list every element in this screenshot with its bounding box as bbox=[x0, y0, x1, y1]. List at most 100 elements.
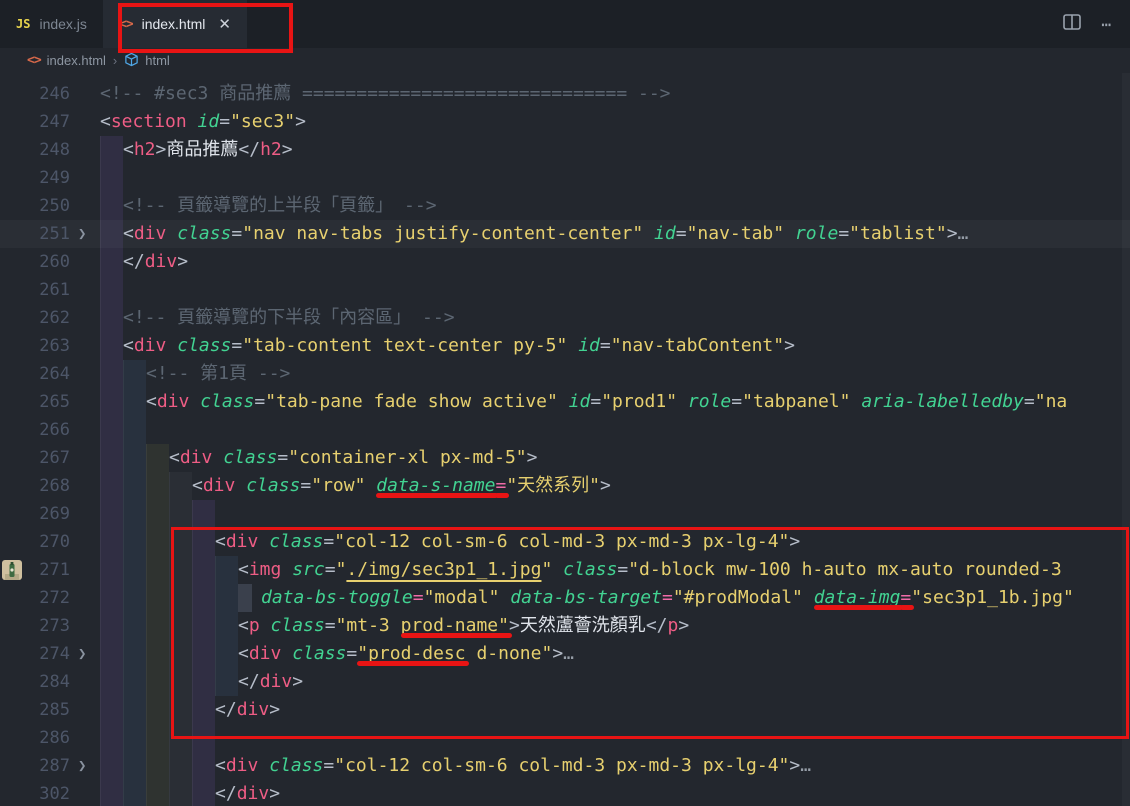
code-line-270[interactable]: 270<div class="col-12 col-sm-6 col-md-3 … bbox=[0, 528, 1130, 556]
fold-chevron-icon[interactable]: ❯ bbox=[78, 640, 86, 668]
code-line-246[interactable]: 246<!-- #sec3 商品推薦 =====================… bbox=[0, 80, 1130, 108]
gutter: 266 bbox=[0, 416, 100, 444]
code-token: < bbox=[215, 752, 226, 780]
code-token: p bbox=[668, 612, 679, 640]
red-underlined-token: data-img bbox=[814, 584, 901, 612]
code-line-260[interactable]: 260</div> bbox=[0, 248, 1130, 276]
line-number: 249 bbox=[39, 164, 70, 192]
code-token: "#prodModal" bbox=[673, 584, 814, 612]
code-line-262[interactable]: 262<!-- 頁籤導覽的下半段「內容區」 --> bbox=[0, 304, 1130, 332]
code-token: "tabpanel" bbox=[742, 388, 861, 416]
indent-guide bbox=[100, 752, 123, 780]
indent-guide bbox=[146, 612, 169, 640]
more-actions-icon[interactable]: ⋯ bbox=[1101, 15, 1112, 34]
code-token: " bbox=[541, 556, 563, 584]
code-line-247[interactable]: 247<section id="sec3"> bbox=[0, 108, 1130, 136]
code-token: > bbox=[789, 528, 800, 556]
code-line-249[interactable]: 249 bbox=[0, 164, 1130, 192]
code-line-302[interactable]: 302</div> bbox=[0, 780, 1130, 806]
code-token: <!-- 第1頁 --> bbox=[146, 360, 290, 388]
split-editor-icon[interactable] bbox=[1063, 14, 1081, 34]
indent-guide bbox=[123, 640, 146, 668]
indent-guide bbox=[123, 388, 146, 416]
code-line-250[interactable]: 250<!-- 頁籤導覽的上半段「頁籤」 --> bbox=[0, 192, 1130, 220]
gutter: 263 bbox=[0, 332, 100, 360]
code-line-287[interactable]: 287❯<div class="col-12 col-sm-6 col-md-3… bbox=[0, 752, 1130, 780]
code-token: class bbox=[177, 220, 231, 248]
code-line-274[interactable]: 274❯<div class="prod-desc d-none">… bbox=[0, 640, 1130, 668]
code-line-268[interactable]: 268<div class="row" data-s-name="天然系列"> bbox=[0, 472, 1130, 500]
gutter: 246 bbox=[0, 80, 100, 108]
code-token: 商品推薦 bbox=[166, 136, 238, 164]
indent-guide bbox=[169, 724, 192, 752]
code-line-263[interactable]: 263<div class="tab-content text-center p… bbox=[0, 332, 1130, 360]
code-token: = bbox=[1024, 388, 1035, 416]
code-line-271[interactable]: 271<img src="./img/sec3p1_1.jpg" class="… bbox=[0, 556, 1130, 584]
gutter: 274❯ bbox=[0, 640, 100, 668]
indent-guide bbox=[100, 248, 123, 276]
line-number: 269 bbox=[39, 500, 70, 528]
gutter: 271 bbox=[0, 556, 100, 584]
code-line-264[interactable]: 264<!-- 第1頁 --> bbox=[0, 360, 1130, 388]
js-file-icon: JS bbox=[16, 17, 30, 31]
breadcrumb-separator: › bbox=[113, 53, 117, 68]
tab-index-js[interactable]: JS index.js bbox=[0, 0, 103, 48]
gutter: 249 bbox=[0, 164, 100, 192]
code-line-285[interactable]: 285</div> bbox=[0, 696, 1130, 724]
code-line-248[interactable]: 248<h2>商品推薦</h2> bbox=[0, 136, 1130, 164]
code-line-272[interactable]: 272data-bs-toggle="modal" data-bs-target… bbox=[0, 584, 1130, 612]
line-number: 285 bbox=[39, 696, 70, 724]
fold-chevron-icon[interactable]: ❯ bbox=[78, 752, 86, 780]
indent-guide bbox=[123, 752, 146, 780]
code-line-267[interactable]: 267<div class="container-xl px-md-5"> bbox=[0, 444, 1130, 472]
code-token: class bbox=[269, 528, 323, 556]
line-number: 263 bbox=[39, 332, 70, 360]
breadcrumb-file[interactable]: <> index.html bbox=[27, 53, 106, 68]
line-number: 262 bbox=[39, 304, 70, 332]
line-number: 251 bbox=[39, 220, 70, 248]
code-token: "d-block mw-100 h-auto mx-auto rounded-3 bbox=[628, 556, 1061, 584]
code-token: "sec3p1_1b.jpg" bbox=[911, 584, 1074, 612]
code-token: </ bbox=[238, 668, 260, 696]
code-line-273[interactable]: 273<p class="mt-3 prod-name">天然蘆薈洗顏乳</p> bbox=[0, 612, 1130, 640]
line-number: 270 bbox=[39, 528, 70, 556]
indent-guide bbox=[100, 696, 123, 724]
line-number: 248 bbox=[39, 136, 70, 164]
code-token: = bbox=[731, 388, 742, 416]
code-editor[interactable]: 246<!-- #sec3 商品推薦 =====================… bbox=[0, 73, 1130, 806]
code-line-265[interactable]: 265<div class="tab-pane fade show active… bbox=[0, 388, 1130, 416]
gutter: 268 bbox=[0, 472, 100, 500]
code-token: </ bbox=[215, 696, 237, 724]
code-line-286[interactable]: 286 bbox=[0, 724, 1130, 752]
indent-guide bbox=[100, 612, 123, 640]
scrollbar[interactable] bbox=[1122, 73, 1130, 806]
close-tab-icon[interactable]: ✕ bbox=[218, 15, 231, 33]
code-line-251[interactable]: 251❯<div class="nav nav-tabs justify-con… bbox=[0, 220, 1130, 248]
fold-chevron-icon[interactable]: ❯ bbox=[78, 220, 86, 248]
indent-guide bbox=[100, 444, 123, 472]
indent-guide bbox=[215, 612, 238, 640]
code-token: = bbox=[676, 220, 687, 248]
code-token: "mt-3 bbox=[336, 612, 401, 640]
tab-label: index.html bbox=[142, 16, 206, 32]
code-line-284[interactable]: 284</div> bbox=[0, 668, 1130, 696]
vscode-window: JS index.js <> index.html ✕ ⋯ <> index.h… bbox=[0, 0, 1130, 806]
code-token: div bbox=[260, 668, 293, 696]
code-token: = bbox=[323, 528, 334, 556]
gutter: 302 bbox=[0, 780, 100, 806]
indent-guide bbox=[123, 556, 146, 584]
code-token: div bbox=[145, 248, 178, 276]
code-token: = bbox=[325, 556, 336, 584]
code-line-266[interactable]: 266 bbox=[0, 416, 1130, 444]
code-token: < bbox=[238, 612, 249, 640]
code-token: div bbox=[203, 472, 246, 500]
code-line-269[interactable]: 269 bbox=[0, 500, 1130, 528]
tab-index-html[interactable]: <> index.html ✕ bbox=[103, 0, 247, 48]
gutter: 247 bbox=[0, 108, 100, 136]
gutter: 251 ❯ bbox=[0, 220, 100, 248]
breadcrumb-symbol-html[interactable]: html bbox=[124, 52, 170, 70]
red-underlined-token: data-s-name bbox=[376, 472, 495, 500]
indent-guide bbox=[146, 500, 169, 528]
code-token: d-none" bbox=[466, 640, 553, 668]
code-line-261[interactable]: 261 bbox=[0, 276, 1130, 304]
